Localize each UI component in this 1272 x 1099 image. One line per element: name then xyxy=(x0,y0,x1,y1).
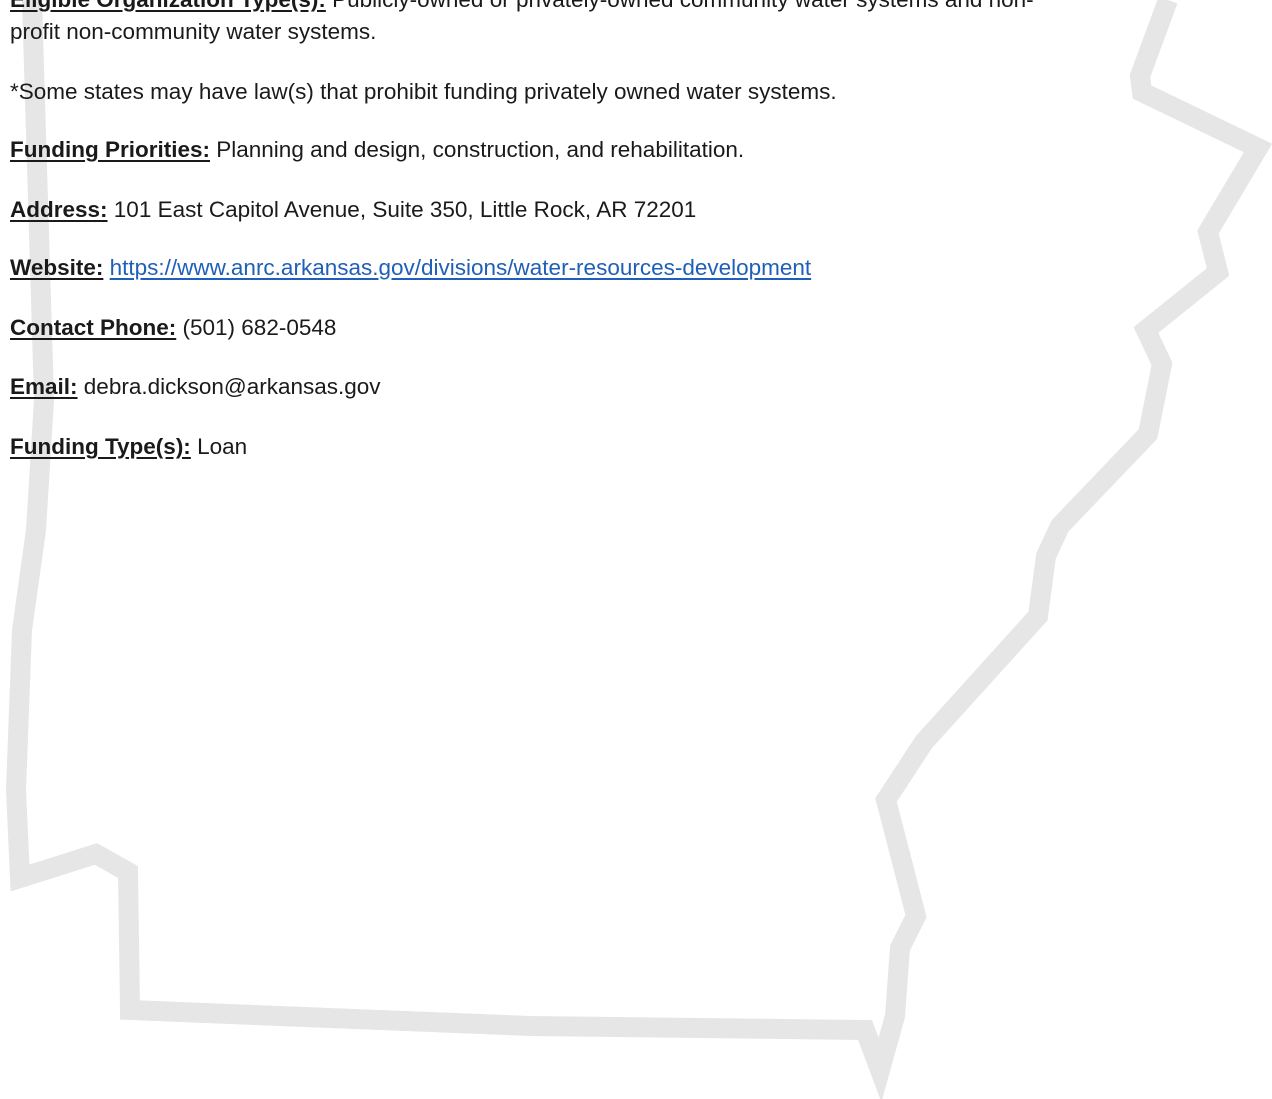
website-row: Website: https://www.anrc.arkansas.gov/d… xyxy=(10,254,811,282)
document-content: Eligible Organization Type(s): Publicly-… xyxy=(0,0,1272,1099)
funding-priorities-row: Funding Priorities: Planning and design,… xyxy=(10,136,744,164)
funding-type-row: Funding Type(s): Loan xyxy=(10,433,247,461)
funding-type-value: Loan xyxy=(197,434,248,459)
website-link[interactable]: https://www.anrc.arkansas.gov/divisions/… xyxy=(110,255,812,280)
email-row: Email: debra.dickson@arkansas.gov xyxy=(10,373,381,401)
eligibility-label: Eligible Organization Type(s): xyxy=(10,0,326,12)
address-value: 101 East Capitol Avenue, Suite 350, Litt… xyxy=(113,197,697,222)
eligibility-line-cut: Eligible Organization Type(s): Publicly-… xyxy=(10,0,1034,14)
eligibility-text-cut: Publicly-owned or privately-owned commun… xyxy=(332,0,1034,12)
privately-owned-note: *Some states may have law(s) that prohib… xyxy=(10,78,837,106)
address-row: Address: 101 East Capitol Avenue, Suite … xyxy=(10,196,696,224)
contact-phone-label: Contact Phone: xyxy=(10,315,177,340)
document-page: Eligible Organization Type(s): Publicly-… xyxy=(0,0,1272,1099)
contact-phone-row: Contact Phone: (501) 682-0548 xyxy=(10,314,336,342)
website-label: Website: xyxy=(10,255,104,280)
eligibility-line-continued: profit non-community water systems. xyxy=(10,18,376,46)
address-label: Address: xyxy=(10,197,108,222)
funding-priorities-value: Planning and design, construction, and r… xyxy=(216,137,745,162)
funding-type-label: Funding Type(s): xyxy=(10,434,191,459)
contact-phone-value: (501) 682-0548 xyxy=(182,315,337,340)
eligibility-text-continued: profit non-community water systems. xyxy=(10,19,377,44)
email-value: debra.dickson@arkansas.gov xyxy=(83,374,381,399)
note-text: *Some states may have law(s) that prohib… xyxy=(10,79,837,104)
funding-priorities-label: Funding Priorities: xyxy=(10,137,210,162)
email-label: Email: xyxy=(10,374,78,399)
